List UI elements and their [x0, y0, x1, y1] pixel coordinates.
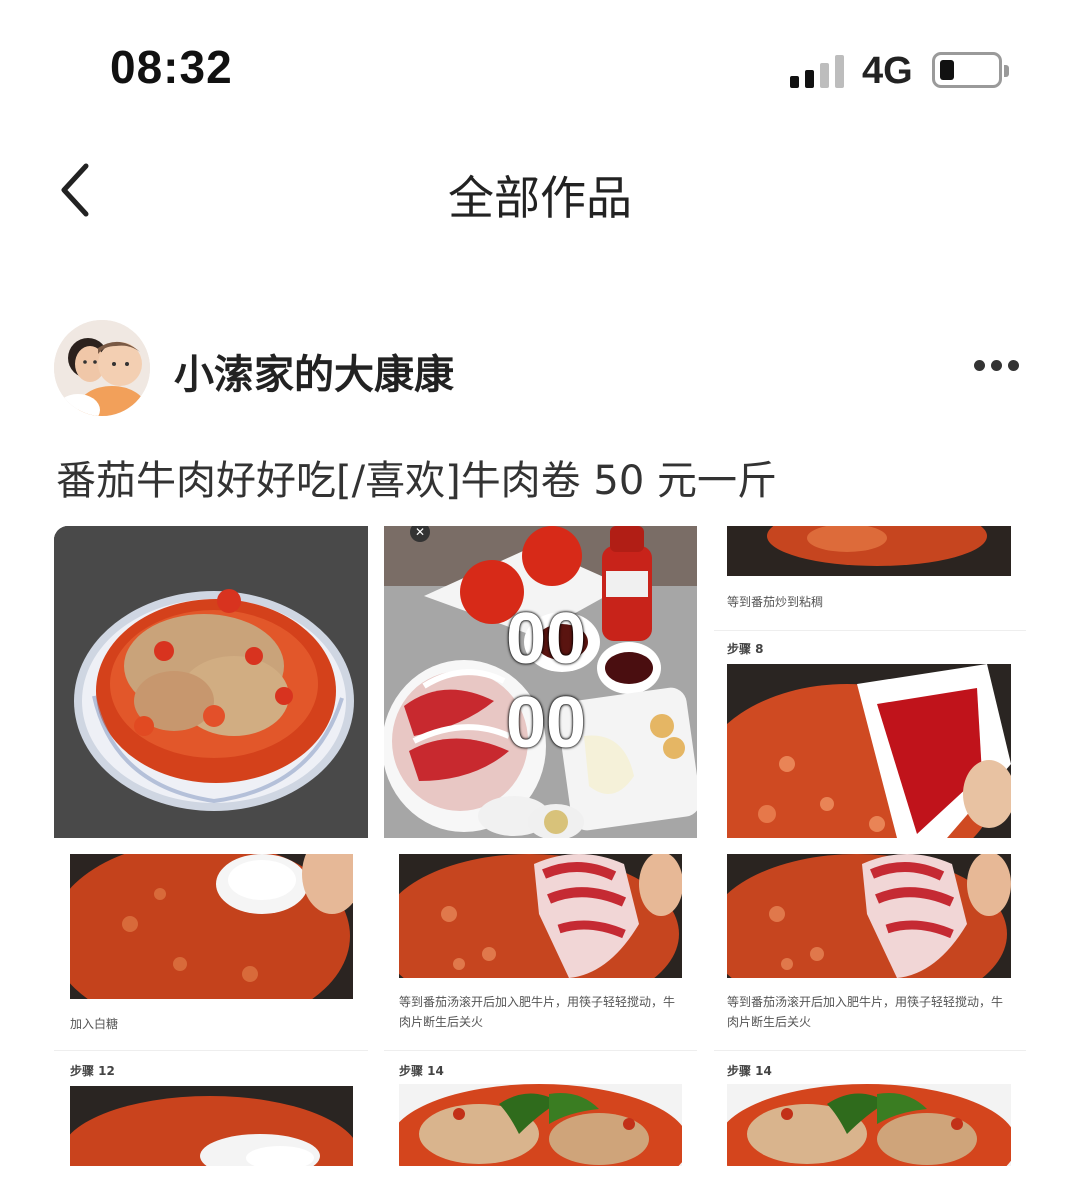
more-horizontal-icon [974, 360, 985, 371]
author-avatar[interactable] [54, 320, 150, 416]
divider [714, 1050, 1026, 1051]
post-text: 番茄牛肉好好吃[/喜欢]牛肉卷 50 元一斤 [56, 458, 778, 504]
step-label: 步骤 14 [399, 1064, 444, 1078]
step-card-add-beef-2[interactable]: 等到番茄汤滚开后加入肥牛片，用筷子轻轻搅动，牛肉片断生后关火 [714, 838, 1026, 1048]
signal-icon [790, 54, 846, 88]
step-caption: 等到番茄汤滚开后加入肥牛片，用筷子轻轻搅动，牛肉片断生后关火 [727, 995, 1004, 1029]
network-type: 4G [862, 50, 913, 92]
author-name[interactable]: 小溹家的大康康 [174, 342, 454, 400]
step-label: 步骤 8 [727, 642, 764, 656]
step-label: 步骤 14 [727, 1064, 772, 1078]
status-bar: 08:32 4G [0, 0, 1080, 140]
photo-ingredients[interactable]: 00 00 ✕ [384, 526, 697, 838]
status-time: 08:32 [110, 41, 233, 93]
navigation-bar: 全部作品 [0, 140, 1080, 240]
divider [54, 1050, 368, 1051]
overlay-timer-top: 00 [506, 599, 587, 679]
step-caption: 等到番茄炒到粘稠 [727, 595, 824, 609]
step-label: 步骤 12 [70, 1064, 115, 1078]
photo-finished-dish[interactable] [54, 526, 368, 838]
overlay-timer-bottom: 00 [506, 683, 587, 763]
step-card-14[interactable]: 步骤 14 [384, 1052, 697, 1186]
step-card-add-beef[interactable]: 等到番茄汤滚开后加入肥牛片，用筷子轻轻搅动，牛肉片断生后关火 [384, 838, 697, 1048]
step-card-12[interactable]: 步骤 12 [54, 1052, 368, 1186]
page-title: 全部作品 [448, 171, 632, 225]
divider [384, 1050, 697, 1051]
divider [714, 630, 1026, 631]
step-caption: 等到番茄汤滚开后加入肥牛片，用筷子轻轻搅动，牛肉片断生后关火 [399, 995, 676, 1029]
battery-icon [932, 52, 1009, 88]
step-card-14-2[interactable]: 步骤 14 [714, 1052, 1026, 1186]
step-card-8[interactable]: 等到番茄炒到粘稠 步骤 8 [714, 526, 1026, 838]
step-card-sugar[interactable]: 加入白糖 [54, 838, 368, 1048]
more-button[interactable] [972, 360, 1022, 374]
step-caption: 加入白糖 [70, 1017, 119, 1031]
